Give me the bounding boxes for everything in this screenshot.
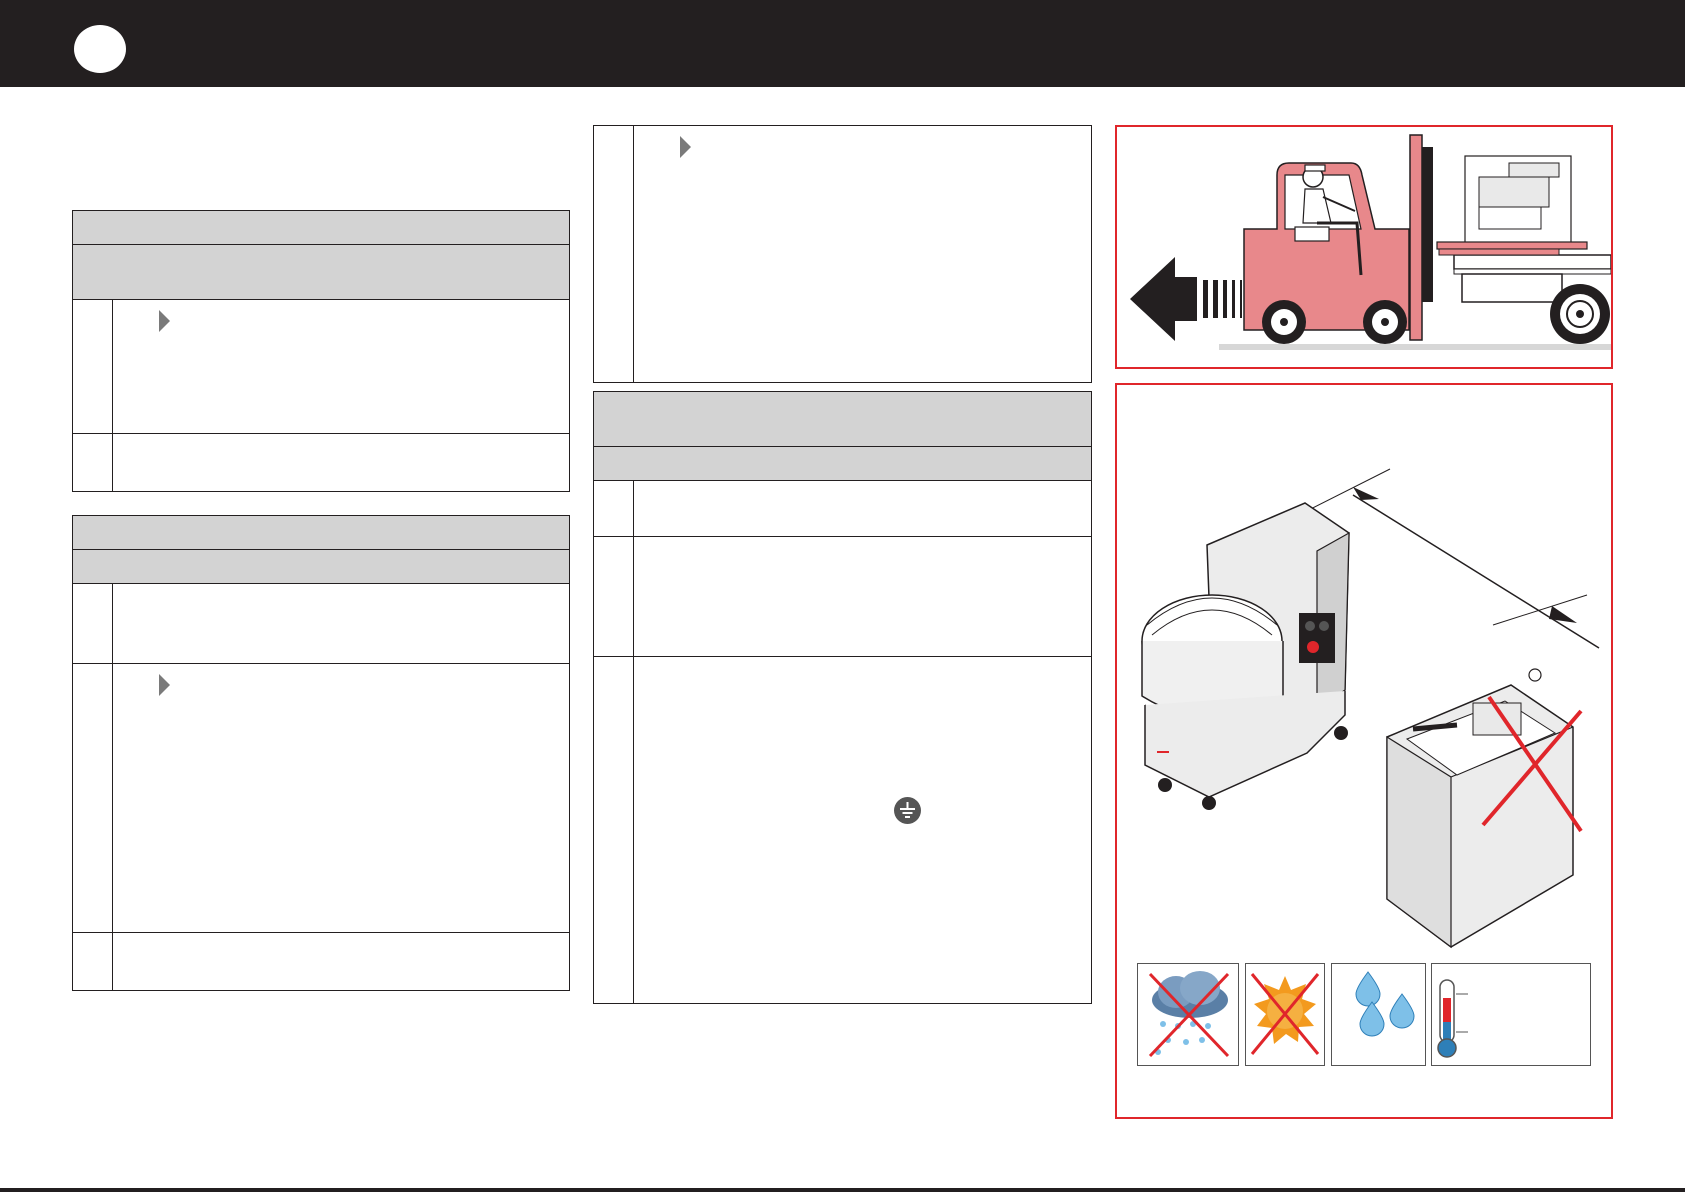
table-header-row <box>73 211 569 245</box>
ground-symbol-icon <box>894 797 921 824</box>
table-subheader-row <box>73 550 569 584</box>
table-header-row <box>594 392 1091 447</box>
section-badge <box>74 25 126 73</box>
page-bottom-line <box>0 1188 1685 1192</box>
mid-table-1 <box>593 125 1092 383</box>
arrow-right-icon <box>159 310 170 332</box>
arrow-right-icon <box>159 674 170 696</box>
table-row <box>594 537 1091 657</box>
table-row <box>594 126 1091 384</box>
table-subheader-row <box>594 447 1091 481</box>
arrow-right-icon <box>680 136 691 158</box>
mid-table-2 <box>593 391 1092 1004</box>
installation-illustration-panel <box>1115 383 1613 1119</box>
left-table-2 <box>72 515 570 991</box>
table-header-row <box>73 516 569 550</box>
forklift-illustration-panel <box>1115 125 1613 369</box>
humidity-icon <box>1331 963 1426 1066</box>
table-row <box>73 933 569 992</box>
table-row <box>594 481 1091 537</box>
no-sun-icon <box>1245 963 1325 1066</box>
table-row <box>73 434 569 493</box>
forklift-transport-illustration <box>1130 134 1611 350</box>
table-row <box>73 584 569 664</box>
table-row <box>594 657 1091 1005</box>
table-row <box>73 300 569 434</box>
left-table-1 <box>72 210 570 492</box>
table-row <box>73 664 569 933</box>
no-rain-icon <box>1137 963 1239 1066</box>
header-bar <box>0 0 1685 87</box>
table-subheader-row <box>73 245 569 300</box>
temperature-icon <box>1431 963 1591 1066</box>
